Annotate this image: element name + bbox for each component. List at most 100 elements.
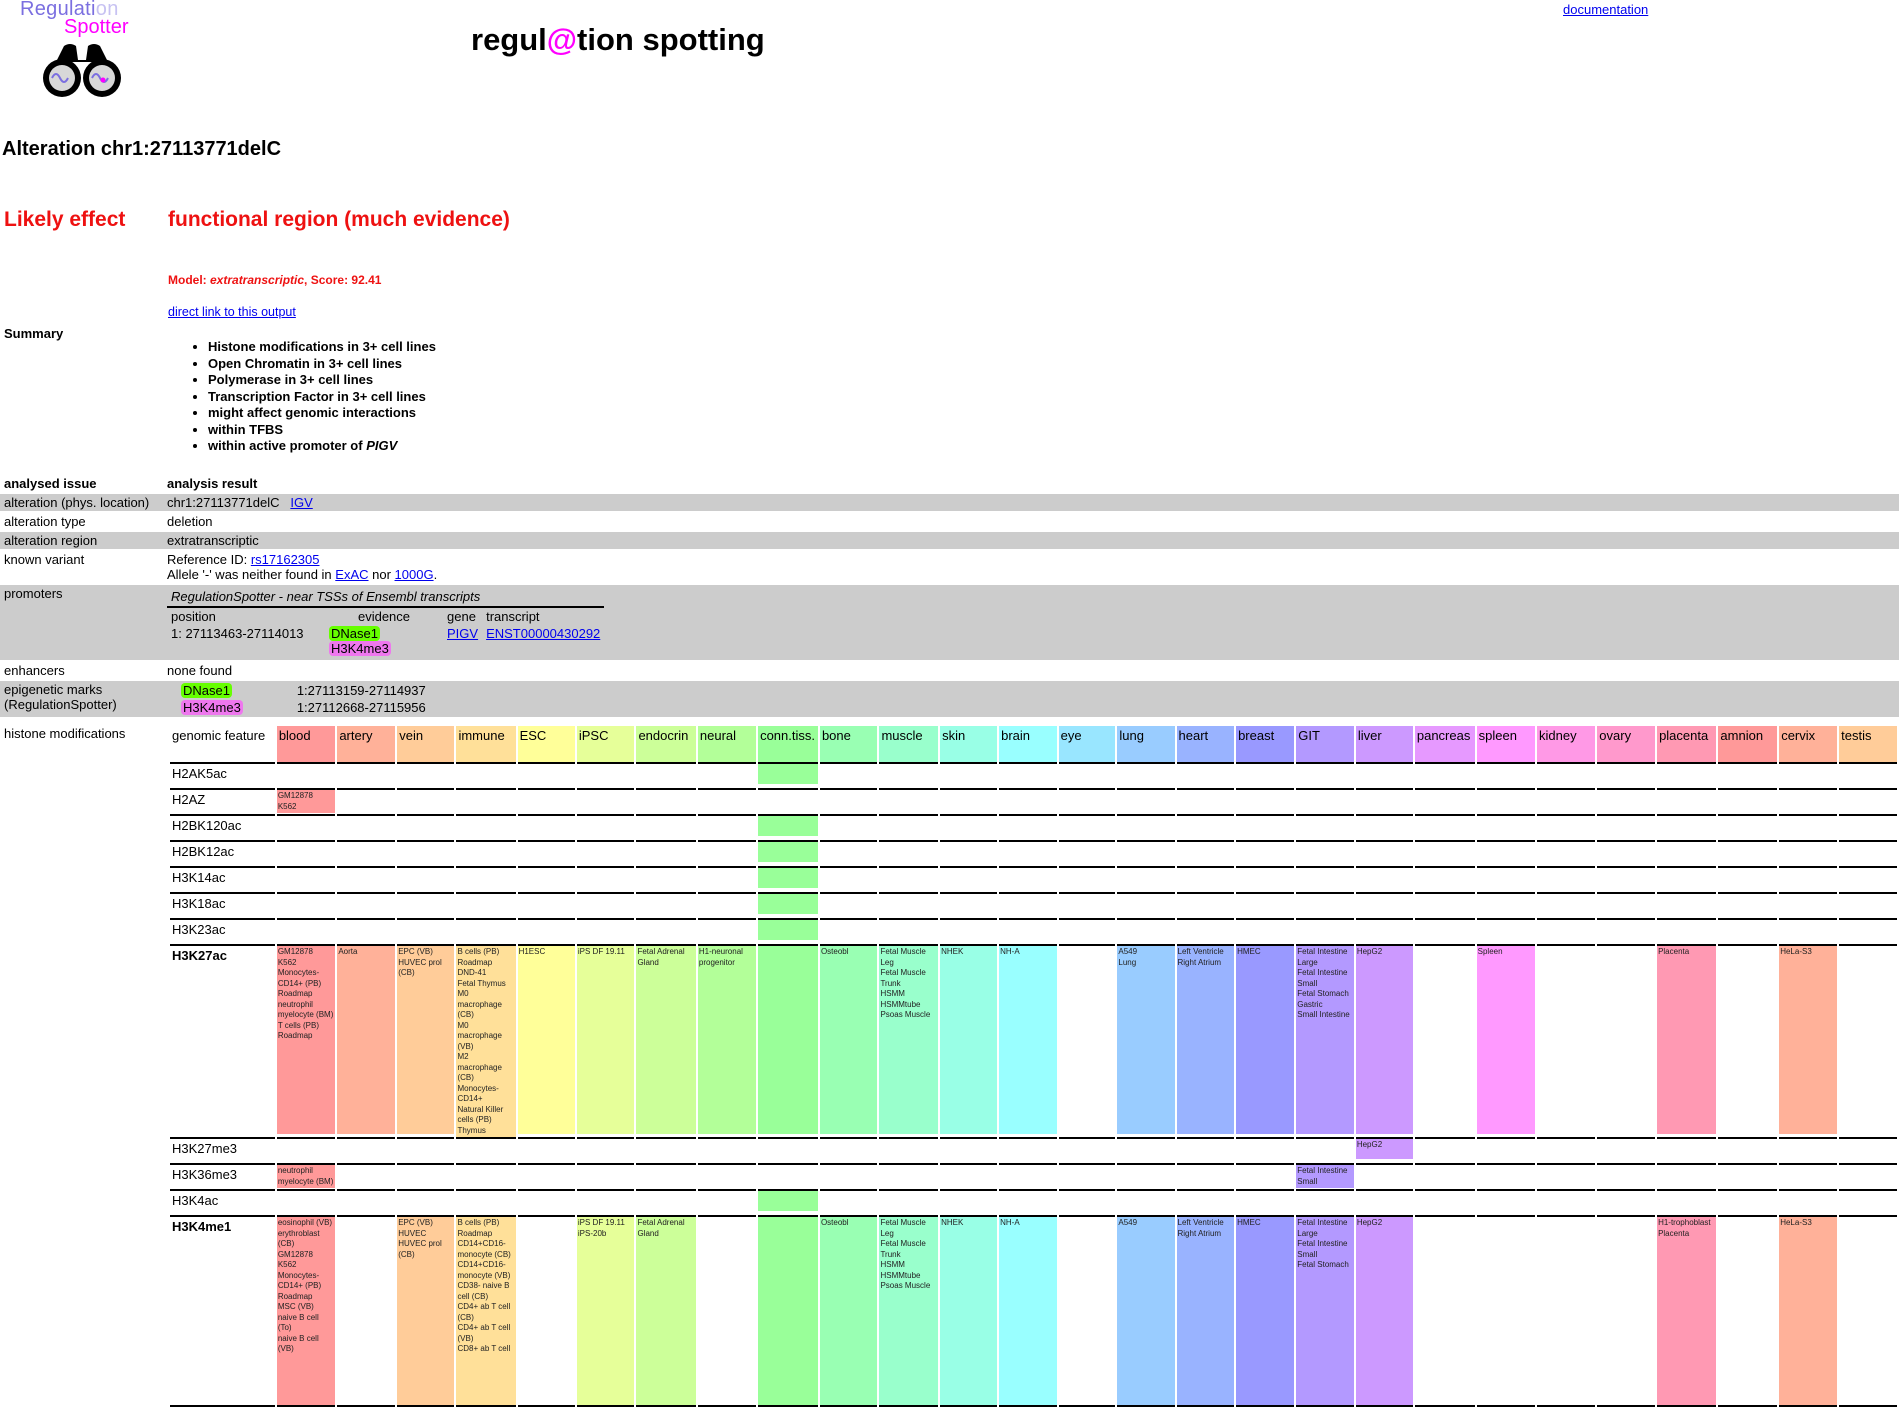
cell-line: Gastric — [1297, 999, 1323, 1009]
histone-cell — [819, 764, 878, 790]
histone-cell — [1537, 894, 1596, 920]
cell-line-list: HMEC — [1236, 1217, 1295, 1405]
histone-cell — [999, 868, 1057, 894]
histone-cell — [1355, 1165, 1413, 1191]
histone-cell — [1355, 1191, 1413, 1217]
histone-cell — [879, 1165, 939, 1191]
histone-cell — [1414, 1139, 1475, 1165]
histone-cell — [819, 790, 878, 816]
histone-cell — [758, 946, 818, 1139]
histone-cell — [517, 816, 575, 842]
histone-cell — [1414, 1191, 1475, 1217]
histone-cell — [1597, 1165, 1656, 1191]
cell-line-list: iPS DF 19.11 — [576, 946, 635, 1134]
histone-row: H3K27me3 HepG2 — [170, 1139, 1897, 1165]
histone-cell — [1839, 842, 1897, 868]
row-label: epigenetic marks (RegulationSpotter) — [0, 681, 163, 717]
gene-link[interactable]: PIGV — [447, 626, 478, 641]
histone-cell — [1476, 842, 1535, 868]
cell-line-list — [758, 946, 818, 1134]
histone-cell — [1176, 1139, 1235, 1165]
histone-cell — [397, 868, 455, 894]
histone-cell: EPC (VB) HUVEC prol (CB) — [397, 946, 455, 1139]
histone-cell — [456, 894, 516, 920]
genomic-feature: H3K27ac — [170, 946, 275, 1139]
cell-line-list: NHEK — [940, 1217, 998, 1405]
transcript-link[interactable]: ENST00000430292 — [486, 626, 600, 641]
exac-link[interactable]: ExAC — [335, 567, 368, 582]
histone-cell — [576, 1191, 635, 1217]
summary-item: Transcription Factor in 3+ cell lines — [208, 389, 436, 406]
regulationspotter-logo[interactable]: Regulation Spotter — [18, 0, 148, 100]
cell-line-list: neutrophil myelocyte (BM) — [276, 1165, 336, 1188]
histone-cell — [337, 894, 396, 920]
cell-line-list: Fetal Adrenal Gland — [636, 1217, 696, 1405]
analysed-issue-header: analysed issue — [4, 476, 97, 491]
cell-line: Monocytes-CD14+ (PB) — [277, 1270, 322, 1291]
cell-line-list — [758, 842, 818, 862]
histone-cell — [999, 1139, 1057, 1165]
histone-cell — [1657, 816, 1717, 842]
cell-line: EPC (VB) — [398, 1218, 433, 1227]
tissue-header: endocrin — [636, 726, 696, 764]
histone-cell — [1414, 894, 1475, 920]
histone-cell — [1296, 1191, 1354, 1217]
allele-text: Allele '-' was neither found in — [167, 567, 336, 582]
reference-id-link[interactable]: rs17162305 — [251, 552, 320, 567]
cell-line: H1-neuronal progenitor — [698, 947, 743, 967]
histone-cell — [697, 764, 757, 790]
histone-cell — [1779, 816, 1838, 842]
cell-line: Left Ventricle — [1177, 947, 1224, 956]
histone-cell — [940, 764, 998, 790]
site-title: regul@tion spotting — [471, 22, 765, 58]
histone-row: H2AZ GM12878 K562 — [170, 790, 1897, 816]
genomic-feature: H2AK5ac — [170, 764, 275, 790]
histone-cell — [1414, 764, 1475, 790]
histone-cell — [1236, 816, 1295, 842]
genomic-feature: H3K18ac — [170, 894, 275, 920]
cell-line-list: H1-neuronal progenitor — [697, 946, 757, 1134]
cell-line: Monocytes-CD14+ (PB) — [277, 968, 322, 988]
cell-line: Monocytes-CD14+ — [457, 1083, 499, 1104]
cell-line-list: Fetal Intestine Small — [1296, 1165, 1354, 1188]
histone-cell — [1657, 1165, 1717, 1191]
cell-line: Small Intestine — [1297, 1010, 1350, 1019]
histone-cell — [636, 868, 696, 894]
histone-cell — [636, 1191, 696, 1217]
documentation-link[interactable]: documentation — [1563, 2, 1648, 17]
model-prefix: Model: — [168, 273, 210, 287]
histone-cell — [397, 920, 455, 946]
row-label: enhancers — [4, 663, 65, 678]
histone-cell — [337, 842, 396, 868]
histone-cell — [1058, 1191, 1116, 1217]
histone-cell — [1176, 868, 1235, 894]
histone-cell — [1476, 868, 1535, 894]
histone-cell — [576, 894, 635, 920]
histone-cell — [999, 790, 1057, 816]
histone-cell — [397, 1191, 455, 1217]
histone-cell — [758, 920, 818, 946]
igv-link[interactable]: IGV — [290, 495, 312, 510]
histone-cell — [456, 920, 516, 946]
cell-line: GM12878 — [277, 947, 313, 956]
histone-cell: H1ESC — [517, 946, 575, 1139]
histone-cell — [940, 1139, 998, 1165]
h3k4me3-badge: H3K4me3 — [181, 700, 243, 715]
histone-cell — [1058, 1217, 1116, 1407]
histone-cell — [1414, 868, 1475, 894]
histone-cell — [1839, 868, 1897, 894]
tissue-header-row: genomic feature blood artery vein immune ESC… — [170, 726, 1897, 764]
histone-cell — [1117, 920, 1175, 946]
1000g-link[interactable]: 1000G — [395, 567, 434, 582]
histone-cell — [819, 1139, 878, 1165]
histone-cell: iPS DF 19.11 iPS-20b — [576, 1217, 635, 1407]
direct-link[interactable]: direct link to this output — [168, 305, 296, 319]
histone-cell — [397, 764, 455, 790]
histone-cell: Aorta — [337, 946, 396, 1139]
phys-location-value: chr1:27113771delC — [167, 495, 280, 510]
histone-cell — [1117, 764, 1175, 790]
histone-cell — [697, 1217, 757, 1407]
histone-cell — [1296, 920, 1354, 946]
cell-line: neutrophil myelocyte (BM) — [277, 999, 334, 1020]
histone-cell — [697, 1139, 757, 1165]
